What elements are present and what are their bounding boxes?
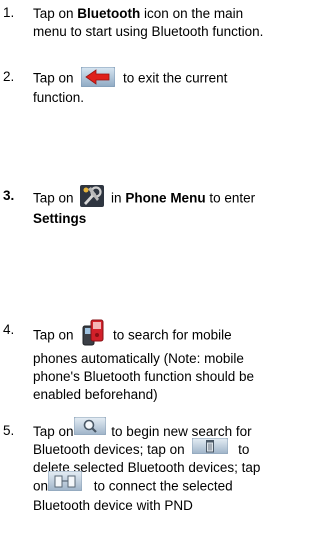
step-number: 4. (3, 322, 15, 337)
phone-search-icon (80, 318, 106, 346)
step-text: Tap on to search for mobile phones autom… (33, 319, 265, 404)
step-number: 5. (3, 423, 15, 438)
trash-icon (191, 437, 229, 455)
connect-icon (47, 470, 83, 492)
search-icon (73, 416, 107, 436)
step-number: 1. (3, 5, 15, 20)
step-number: 3. (3, 188, 15, 203)
back-arrow-icon (80, 66, 116, 88)
step-text: Tap on Bluetooth icon on the main menu t… (33, 6, 264, 39)
step-text: Tap on in Phone Menu to enter Settings (33, 185, 265, 228)
settings-tools-icon (80, 185, 105, 207)
step-text: Tap on to begin new search for Bluetooth… (33, 416, 265, 515)
step-text: Tap on to exit the current function. (33, 66, 265, 107)
step-number: 2. (3, 69, 15, 84)
